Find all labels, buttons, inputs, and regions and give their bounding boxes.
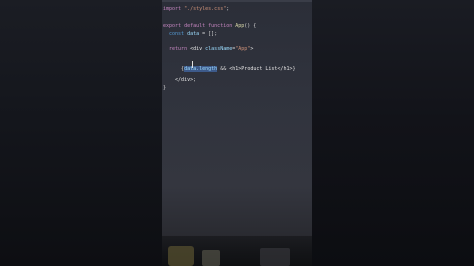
code-token: <h1> (229, 66, 242, 72)
code-token: Product List (241, 66, 278, 72)
code-token: && (217, 66, 230, 72)
code-token: () { (244, 23, 257, 29)
code-token: className (205, 46, 233, 52)
code-token: import (163, 6, 185, 12)
code-token: export default function (163, 23, 236, 29)
code-token: ; (193, 77, 197, 83)
desk-object (260, 248, 290, 266)
code-token: "App" (235, 46, 251, 52)
code-token: App (235, 23, 245, 29)
code-token: = []; (199, 31, 218, 37)
code-line-close-fn[interactable]: } (163, 84, 166, 92)
code-token: </div> (163, 77, 194, 83)
code-token-selected: data.length (184, 66, 218, 72)
code-token: > (250, 46, 254, 52)
blurred-background-left (0, 0, 162, 266)
code-token: </h1> (277, 66, 293, 72)
blurred-background-right (312, 0, 474, 266)
desk-object (202, 250, 220, 266)
monitor-screen: import "./styles.css"; export default fun… (162, 0, 312, 266)
code-line-expr[interactable]: {data.length && <h1>Product List</h1>} (163, 65, 296, 73)
code-editor[interactable]: import "./styles.css"; export default fun… (162, 0, 312, 236)
code-token: return (163, 46, 191, 52)
code-token: ; (226, 6, 230, 12)
code-line-import[interactable]: import "./styles.css"; (163, 5, 229, 13)
code-token: const (163, 31, 188, 37)
code-token: data (187, 31, 200, 37)
code-token: { (163, 66, 185, 72)
code-token: "./styles.css" (184, 6, 227, 12)
desk-object (168, 246, 194, 266)
code-line-const[interactable]: const data = []; (163, 30, 217, 38)
code-token: } (163, 85, 167, 91)
code-token: <div (190, 46, 206, 52)
code-line-close-div[interactable]: </div>; (163, 76, 196, 84)
code-token: } (292, 66, 296, 72)
text-cursor (192, 61, 193, 68)
code-line-export[interactable]: export default function App() { (163, 22, 256, 30)
code-line-return[interactable]: return <div className="App"> (163, 45, 253, 53)
